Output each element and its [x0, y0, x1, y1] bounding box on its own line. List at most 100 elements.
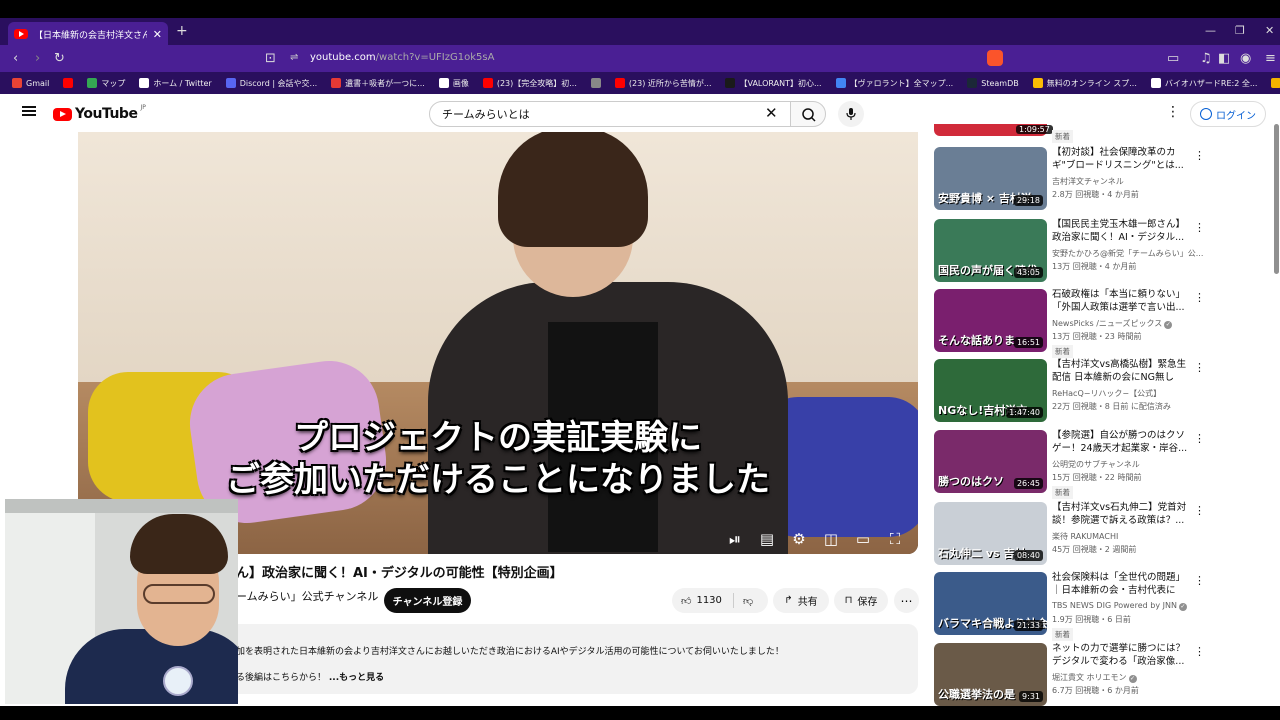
autoplay-toggle-icon[interactable]: ⏯ — [726, 530, 744, 548]
recommended-video[interactable]: 国民の声が届く時代 43:05 【国民民主党玉木雄一郎さん】政治家に聞く！AI・デジ… — [934, 218, 1205, 287]
video-thumbnail[interactable]: 石丸伸二 vs 吉村 08:40 — [934, 502, 1047, 565]
recommended-title[interactable]: 【参院選】自公が勝つのはクソゲー！24歳天才起業家・岸谷... — [1052, 429, 1190, 455]
share-button[interactable]: ↱ 共有 — [773, 588, 829, 613]
bookmark-item[interactable]: ツイッチ関連 — [1271, 78, 1280, 89]
forward-icon[interactable]: › — [35, 51, 40, 66]
search-input[interactable]: チームみらいとは — [429, 101, 791, 127]
bookmark-item[interactable] — [63, 78, 74, 88]
item-menu-kebab-icon[interactable]: ⋮ — [1194, 221, 1205, 234]
hamburger-menu-icon[interactable] — [22, 106, 36, 116]
bookmark-item[interactable]: Discord | 会話や交... — [225, 78, 317, 89]
browser-tab-active[interactable]: 【日本維新の会吉村洋文さん】政治家に聞く ✕ — [8, 22, 168, 46]
reload-icon[interactable]: ↻ — [54, 51, 65, 66]
bookmark-item[interactable]: マップ — [87, 78, 125, 89]
bookmark-item[interactable]: 【VALORANT】初心... — [725, 78, 822, 89]
recommended-channel[interactable]: NewsPicks /ニューズピックス ✓ — [1052, 318, 1173, 329]
recommended-channel[interactable]: 堀江貴文 ホリエモン ✓ — [1052, 672, 1137, 683]
item-menu-kebab-icon[interactable]: ⋮ — [1194, 361, 1205, 374]
recommended-title[interactable]: 石破政権は「本当に頼りない」「外国人政策は選挙で言い出... — [1052, 288, 1190, 314]
like-button[interactable]: 👍︎ 1130 — [672, 593, 734, 608]
bookmark-item[interactable] — [590, 78, 601, 88]
video-thumbnail[interactable]: 公職選挙法の是 9:31 — [934, 643, 1047, 706]
item-menu-kebab-icon[interactable]: ⋮ — [1194, 291, 1205, 304]
tab-close-icon[interactable]: ✕ — [153, 28, 162, 41]
settings-gear-icon[interactable]: ⚙ — [790, 530, 808, 548]
recommended-video[interactable]: 石丸伸二 vs 吉村 08:40 【吉村洋文vs石丸伸二】党首対談！参院選で訴える政… — [934, 501, 1205, 570]
video-thumbnail[interactable]: そんな話ありま 16:51 — [934, 289, 1047, 352]
recommended-video[interactable]: 公職選挙法の是 9:31 ネットの力で選挙に勝つには？デジタルで変わる「政治家像..… — [934, 642, 1205, 706]
youtube-logo[interactable]: YouTube JP — [53, 104, 146, 122]
downloads-icon[interactable]: ◧ — [1218, 51, 1230, 66]
item-menu-kebab-icon[interactable]: ⋮ — [1194, 574, 1205, 587]
video-frame-hair — [498, 132, 648, 247]
voice-search-button[interactable] — [838, 101, 864, 127]
recommended-channel[interactable]: 楽待 RAKUMACHI — [1052, 531, 1118, 542]
recommended-channel[interactable]: 公明党のサブチャンネル — [1052, 459, 1140, 470]
recommended-video[interactable]: バラマキ合戦より社会 21:33 社会保険料は「全世代の問題」｜日本維新の会・吉村代… — [934, 571, 1205, 641]
bookmark-item[interactable]: ホーム / Twitter — [139, 78, 212, 89]
video-thumbnail[interactable]: NGなし!吉村洋文 1:47:40 — [934, 359, 1047, 422]
show-more-link[interactable]: ...もっと見る — [329, 673, 384, 683]
dislike-button[interactable]: 👎︎ — [734, 595, 753, 607]
video-player[interactable]: プロジェクトの実証実験に ご参加いただけることになりました ⏯ ▤ ⚙ ◫ ▭ … — [78, 132, 918, 554]
recommended-video[interactable]: 安野貴博 × 吉村洋 29:18 【初対談】社会保障改革のカギ"ブロードリスニング"… — [934, 146, 1205, 215]
menu-icon[interactable]: ≡ — [1265, 51, 1276, 66]
new-tab-icon[interactable]: + — [176, 23, 188, 39]
recommended-title[interactable]: 【国民民主党玉木雄一郎さん】政治家に聞く！AI・デジタル... — [1052, 218, 1190, 244]
partial-thumbnail[interactable]: 1:09:57 — [934, 124, 1053, 136]
recommended-channel[interactable]: 安野たかひろ@新党「チームみらい」公... — [1052, 248, 1203, 259]
recommended-title[interactable]: 社会保険料は「全世代の問題」｜日本維新の会・吉村代表にN... — [1052, 571, 1190, 597]
video-thumbnail[interactable]: 安野貴博 × 吉村洋 29:18 — [934, 147, 1047, 210]
window-close-icon[interactable]: ✕ — [1265, 24, 1274, 37]
brave-shield-icon[interactable] — [987, 50, 1003, 66]
site-info-icon[interactable]: ⇌ — [290, 52, 298, 63]
subscribe-button[interactable]: チャンネル登録 — [384, 588, 471, 613]
recommended-title[interactable]: ネットの力で選挙に勝つには？デジタルで変わる「政治家像... — [1052, 642, 1190, 668]
media-icon[interactable]: ♫ — [1200, 51, 1212, 66]
save-button[interactable]: ⊓ 保存 — [834, 588, 888, 613]
recommended-title[interactable]: 【吉村洋文vs石丸伸二】党首対談！参院選で訴える政策は？... — [1052, 501, 1190, 527]
item-menu-kebab-icon[interactable]: ⋮ — [1194, 149, 1205, 162]
recommended-video[interactable]: 勝つのはクソ 26:45 【参院選】自公が勝つのはクソゲー！24歳天才起業家・岸谷.… — [934, 429, 1205, 499]
maximize-icon[interactable]: ❐ — [1235, 24, 1245, 37]
bookmark-item[interactable]: SteamDB — [967, 78, 1019, 88]
captions-icon[interactable]: ▤ — [758, 530, 776, 548]
back-icon[interactable]: ‹ — [13, 51, 18, 66]
channel-name[interactable]: ームみらい」公式チャンネル — [236, 588, 378, 604]
page-scrollbar[interactable] — [1274, 124, 1279, 274]
bookmark-item[interactable]: Gmail — [12, 78, 49, 88]
sidebar-toggle-icon[interactable]: ▭ — [1167, 51, 1179, 66]
webcam-person-glasses — [143, 584, 215, 604]
video-thumbnail[interactable]: 勝つのはクソ 26:45 — [934, 430, 1047, 493]
recommended-channel[interactable]: TBS NEWS DIG Powered by JNN ✓ — [1052, 601, 1187, 611]
item-menu-kebab-icon[interactable]: ⋮ — [1194, 645, 1205, 658]
theater-mode-icon[interactable]: ▭ — [854, 530, 872, 548]
recommended-video[interactable]: NGなし!吉村洋文 1:47:40 【吉村洋文vs高橋弘樹】緊急生配信 日本維新の会… — [934, 358, 1205, 427]
recommended-channel[interactable]: 吉村洋文チャンネル — [1052, 176, 1124, 187]
bookmark-item[interactable]: (23) 近所から苦情が... — [614, 78, 711, 89]
minimize-icon[interactable]: — — [1205, 24, 1216, 37]
search-button[interactable] — [790, 101, 826, 127]
recommended-title[interactable]: 【初対談】社会保障改革のカギ"ブロードリスニング"とは... — [1052, 146, 1190, 172]
item-menu-kebab-icon[interactable]: ⋮ — [1194, 432, 1205, 445]
bookmark-item[interactable]: 遺書＋吸者が一つに... — [331, 78, 425, 89]
item-menu-kebab-icon[interactable]: ⋮ — [1194, 504, 1205, 517]
video-thumbnail[interactable]: 国民の声が届く時代 43:05 — [934, 219, 1047, 282]
address-bar[interactable]: youtube.com/watch?v=UFIzG1ok5sA — [310, 52, 494, 63]
recommended-channel[interactable]: ReHacQ−リハック−【公式】 — [1052, 388, 1161, 399]
recommended-title[interactable]: 【吉村洋文vs高橋弘樹】緊急生配信 日本維新の会にNG無し質... — [1052, 358, 1190, 384]
bookmark-item[interactable]: 画像 — [438, 78, 469, 89]
bookmark-item[interactable]: 【ヴァロラント】全マップ... — [835, 78, 953, 89]
bookmark-item[interactable]: バイオハザードRE:2 全... — [1150, 78, 1257, 89]
miniplayer-icon[interactable]: ◫ — [822, 530, 840, 548]
bookmark-icon[interactable]: ⊡ — [265, 51, 276, 66]
search-clear-icon[interactable]: ✕ — [765, 104, 778, 122]
bookmark-item[interactable]: 無料のオンライン スプ... — [1032, 78, 1137, 89]
fullscreen-icon[interactable]: ⛶ — [886, 530, 904, 548]
recommended-video[interactable]: そんな話ありま 16:51 石破政権は「本当に頼りない」「外国人政策は選挙で言い出.… — [934, 288, 1205, 358]
bookmark-item[interactable]: (23)【完全攻略】初... — [482, 78, 577, 89]
video-thumbnail[interactable]: バラマキ合戦より社会 21:33 — [934, 572, 1047, 635]
more-actions-button[interactable]: ⋯ — [894, 588, 919, 613]
profile-icon[interactable]: ◉ — [1240, 51, 1251, 66]
settings-kebab-icon[interactable]: ⋮ — [1166, 104, 1180, 120]
